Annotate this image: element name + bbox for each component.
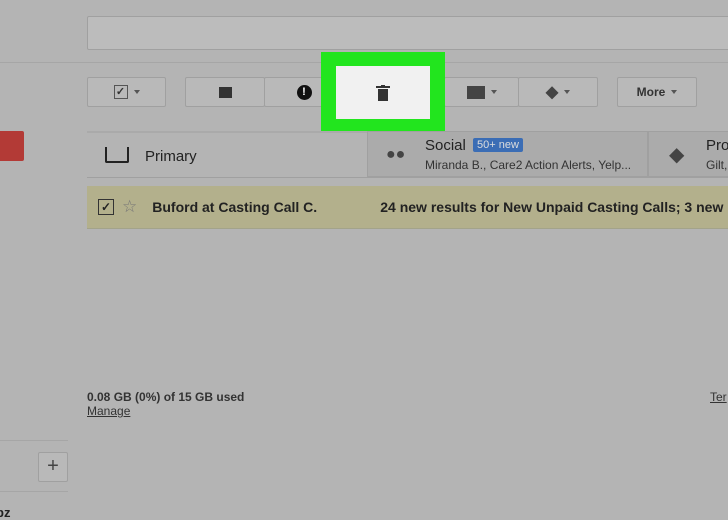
email-row[interactable]: ✓ ☆ Buford at Casting Call C. 24 new res… xyxy=(87,186,728,229)
inbox-icon xyxy=(105,147,129,163)
checkbox-icon: ✓ xyxy=(113,85,128,99)
labels-button[interactable]: ◆ xyxy=(518,77,598,107)
tab-primary[interactable]: Primary xyxy=(87,131,367,177)
tag-icon: ◆ xyxy=(669,144,685,166)
compose-button[interactable] xyxy=(0,131,24,161)
tab-social[interactable]: ●● Social 50+ new Miranda B., Care2 Acti… xyxy=(367,131,648,177)
storage-usage: 0.08 GB (0%) of 15 GB used xyxy=(87,390,245,404)
delete-button[interactable] xyxy=(336,66,430,119)
search-input[interactable] xyxy=(87,16,728,50)
spam-icon: ! xyxy=(296,84,312,100)
new-badge: 50+ new xyxy=(473,138,523,152)
star-icon[interactable]: ☆ xyxy=(122,197,137,217)
inbox-tabs: Primary ●● Social 50+ new Miranda B., Ca… xyxy=(87,131,728,178)
more-button[interactable]: More xyxy=(617,77,697,107)
people-icon: ●● xyxy=(386,146,406,163)
contact-name[interactable]: pz xyxy=(0,505,10,520)
terms-link[interactable]: Ter xyxy=(710,390,727,404)
manage-link[interactable]: Manage xyxy=(87,404,130,418)
row-checkbox[interactable]: ✓ xyxy=(98,199,114,215)
folder-icon xyxy=(466,85,485,99)
tag-icon: ◆ xyxy=(545,84,559,101)
trash-icon xyxy=(376,84,390,101)
add-button[interactable]: + xyxy=(38,452,68,482)
archive-icon xyxy=(218,86,232,98)
divider xyxy=(0,491,68,492)
tab-promotions[interactable]: ◆ Pro Gilt, xyxy=(648,131,728,177)
divider xyxy=(0,440,68,441)
archive-button[interactable] xyxy=(185,77,265,107)
move-to-button[interactable] xyxy=(444,77,519,107)
select-checkbox-button[interactable]: ✓ xyxy=(87,77,166,107)
